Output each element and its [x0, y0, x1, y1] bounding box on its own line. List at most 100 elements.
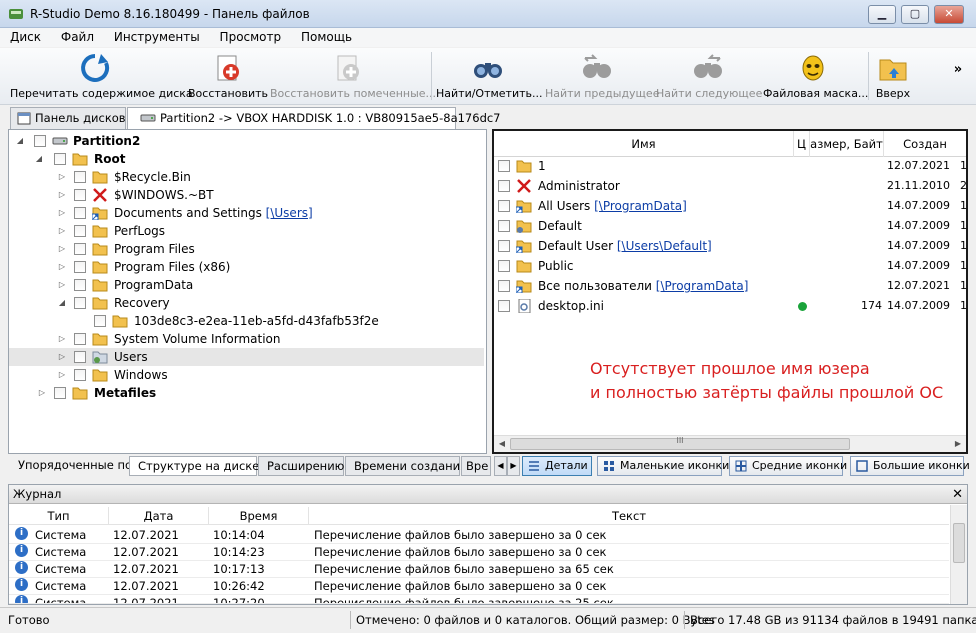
checkbox[interactable] — [74, 207, 86, 219]
sort-by-extension[interactable]: Расширению — [258, 456, 344, 476]
menu-tools[interactable]: Инструменты — [106, 28, 208, 47]
view-small-icons-button[interactable]: Маленькие иконки — [597, 456, 729, 476]
checkbox[interactable] — [74, 225, 86, 237]
log-col-type[interactable]: Тип — [9, 507, 109, 525]
tab-disks-panel[interactable]: Панель дисков — [10, 107, 126, 129]
menu-help[interactable]: Помощь — [293, 28, 360, 47]
tree-item-system-volume-information[interactable]: ▷ System Volume Information — [9, 330, 486, 348]
maximize-button[interactable]: ▢ — [901, 5, 929, 24]
tree-item-partition[interactable]: ◢ Partition2 — [9, 132, 486, 150]
menu-view[interactable]: Просмотр — [212, 28, 290, 47]
list-row-desktop-ini[interactable]: desktop.ini 174 14.07.2009 1 — [494, 296, 967, 316]
menu-disk[interactable]: Диск — [2, 28, 49, 47]
log-row[interactable]: i Система 12.07.2021 10:14:23 Перечислен… — [9, 544, 949, 561]
recover-button[interactable]: Восстановить — [188, 48, 268, 105]
checkbox[interactable] — [498, 180, 510, 192]
log-row[interactable]: i Система 12.07.2021 10:17:13 Перечислен… — [9, 561, 949, 578]
collapse-icon[interactable]: ◢ — [15, 132, 25, 150]
tree-item-windows[interactable]: ▷ Windows — [9, 366, 486, 384]
link-target[interactable]: [\ProgramData] — [656, 279, 749, 293]
expand-icon[interactable]: ▷ — [57, 258, 67, 276]
expand-icon[interactable]: ▷ — [57, 222, 67, 240]
find-button[interactable]: Найти/Отметить... — [436, 48, 543, 105]
checkbox[interactable] — [498, 220, 510, 232]
list-row-all-users[interactable]: All Users [\ProgramData] 14.07.2009 1 — [494, 196, 967, 216]
scroll-left-icon[interactable]: ◀ — [494, 436, 510, 452]
checkbox[interactable] — [74, 261, 86, 273]
scroll-thumb[interactable]: III — [510, 436, 850, 450]
tree-item-perflogs[interactable]: ▷ PerfLogs — [9, 222, 486, 240]
log-col-date[interactable]: Дата — [109, 507, 209, 525]
checkbox[interactable] — [54, 153, 66, 165]
collapse-icon[interactable]: ◢ — [34, 150, 44, 168]
list-row-default-user[interactable]: Default User [\Users\Default] 14.07.2009… — [494, 236, 967, 256]
file-mask-button[interactable]: Файловая маска... — [763, 48, 868, 105]
list-row-public[interactable]: Public 14.07.2009 1 — [494, 256, 967, 276]
view-details-button[interactable]: Детали — [522, 456, 592, 476]
scroll-thumb[interactable] — [953, 523, 965, 563]
column-name[interactable]: Имя — [494, 131, 794, 157]
checkbox[interactable] — [34, 135, 46, 147]
column-created[interactable]: Создан — [884, 131, 966, 157]
checkbox[interactable] — [498, 300, 510, 312]
column-size[interactable]: азмер, Байт — [810, 131, 884, 157]
tree-item-recycle-bin[interactable]: ▷ $Recycle.Bin — [9, 168, 486, 186]
list-row-all-users-ru[interactable]: Все пользователи [\ProgramData] 12.07.20… — [494, 276, 967, 296]
checkbox[interactable] — [498, 160, 510, 172]
view-medium-icons-button[interactable]: Средние иконки — [729, 456, 847, 476]
expand-icon[interactable]: ▷ — [57, 186, 67, 204]
expand-icon[interactable]: ▷ — [57, 366, 67, 384]
tree-item-documents-and-settings[interactable]: ▷ Documents and Settings [\Users] — [9, 204, 486, 222]
tree-item-root[interactable]: ◢ Root — [9, 150, 486, 168]
log-vertical-scrollbar[interactable] — [950, 505, 967, 604]
checkbox[interactable] — [498, 280, 510, 292]
tree-item-metafiles[interactable]: ▷ Metafiles — [9, 384, 486, 402]
minimize-button[interactable]: ▁ — [868, 5, 896, 24]
tabs-scroll-left-icon[interactable]: ◀ — [494, 456, 507, 476]
expand-icon[interactable]: ▷ — [37, 384, 47, 402]
log-row[interactable]: i Система 12.07.2021 10:27:20 Перечислен… — [9, 595, 949, 604]
checkbox[interactable] — [498, 240, 510, 252]
sort-by-created[interactable]: Времени создания — [345, 456, 467, 476]
link-target[interactable]: [\Users\Default] — [617, 239, 712, 253]
checkbox[interactable] — [74, 369, 86, 381]
list-row-1[interactable]: 1 12.07.2021 1 — [494, 156, 967, 176]
tree-item-recovery-guid[interactable]: 103de8c3-e2ea-11eb-a5fd-d43fafb53f2e — [9, 312, 486, 330]
close-log-icon[interactable]: ✕ — [952, 485, 963, 504]
checkbox[interactable] — [74, 171, 86, 183]
rescan-button[interactable]: Перечитать содержимое диска — [10, 48, 193, 105]
tree-item-windows-bt[interactable]: ▷ $WINDOWS.~BT — [9, 186, 486, 204]
checkbox[interactable] — [54, 387, 66, 399]
recover-marked-button[interactable]: Восстановить помеченные... — [270, 48, 436, 105]
checkbox[interactable] — [74, 297, 86, 309]
expand-icon[interactable]: ▷ — [57, 168, 67, 186]
tree-item-program-files-x86[interactable]: ▷ Program Files (x86) — [9, 258, 486, 276]
scroll-right-icon[interactable]: ▶ — [950, 436, 966, 452]
checkbox[interactable] — [498, 260, 510, 272]
tabs-scroll-right-icon[interactable]: ▶ — [507, 456, 520, 476]
tree-item-programdata[interactable]: ▷ ProgramData — [9, 276, 486, 294]
find-previous-button[interactable]: Найти предыдущее — [545, 48, 659, 105]
close-window-button[interactable]: ✕ — [934, 5, 964, 24]
tree-item-users[interactable]: ▷ Users — [9, 348, 484, 366]
checkbox[interactable] — [74, 243, 86, 255]
column-c[interactable]: Ц — [794, 131, 810, 157]
link-target[interactable]: [\ProgramData] — [594, 199, 687, 213]
horizontal-scrollbar[interactable]: ◀ III ▶ — [494, 435, 966, 452]
log-row[interactable]: i Система 12.07.2021 10:14:04 Перечислен… — [9, 527, 949, 544]
up-button[interactable]: Вверх — [872, 48, 914, 105]
log-row[interactable]: i Система 12.07.2021 10:26:42 Перечислен… — [9, 578, 949, 595]
expand-icon[interactable]: ▷ — [57, 276, 67, 294]
list-row-administrator[interactable]: Administrator 21.11.2010 2 — [494, 176, 967, 196]
expand-icon[interactable]: ▷ — [57, 204, 67, 222]
list-row-default[interactable]: Default 14.07.2009 1 — [494, 216, 967, 236]
checkbox[interactable] — [74, 351, 86, 363]
sort-by-time[interactable]: Вре — [461, 456, 491, 476]
expand-icon[interactable]: ▷ — [57, 240, 67, 258]
checkbox[interactable] — [74, 279, 86, 291]
collapse-icon[interactable]: ◢ — [57, 294, 67, 312]
find-next-button[interactable]: Найти следующее — [656, 48, 762, 105]
checkbox[interactable] — [74, 189, 86, 201]
link-target[interactable]: [\Users] — [266, 206, 313, 220]
checkbox[interactable] — [74, 333, 86, 345]
